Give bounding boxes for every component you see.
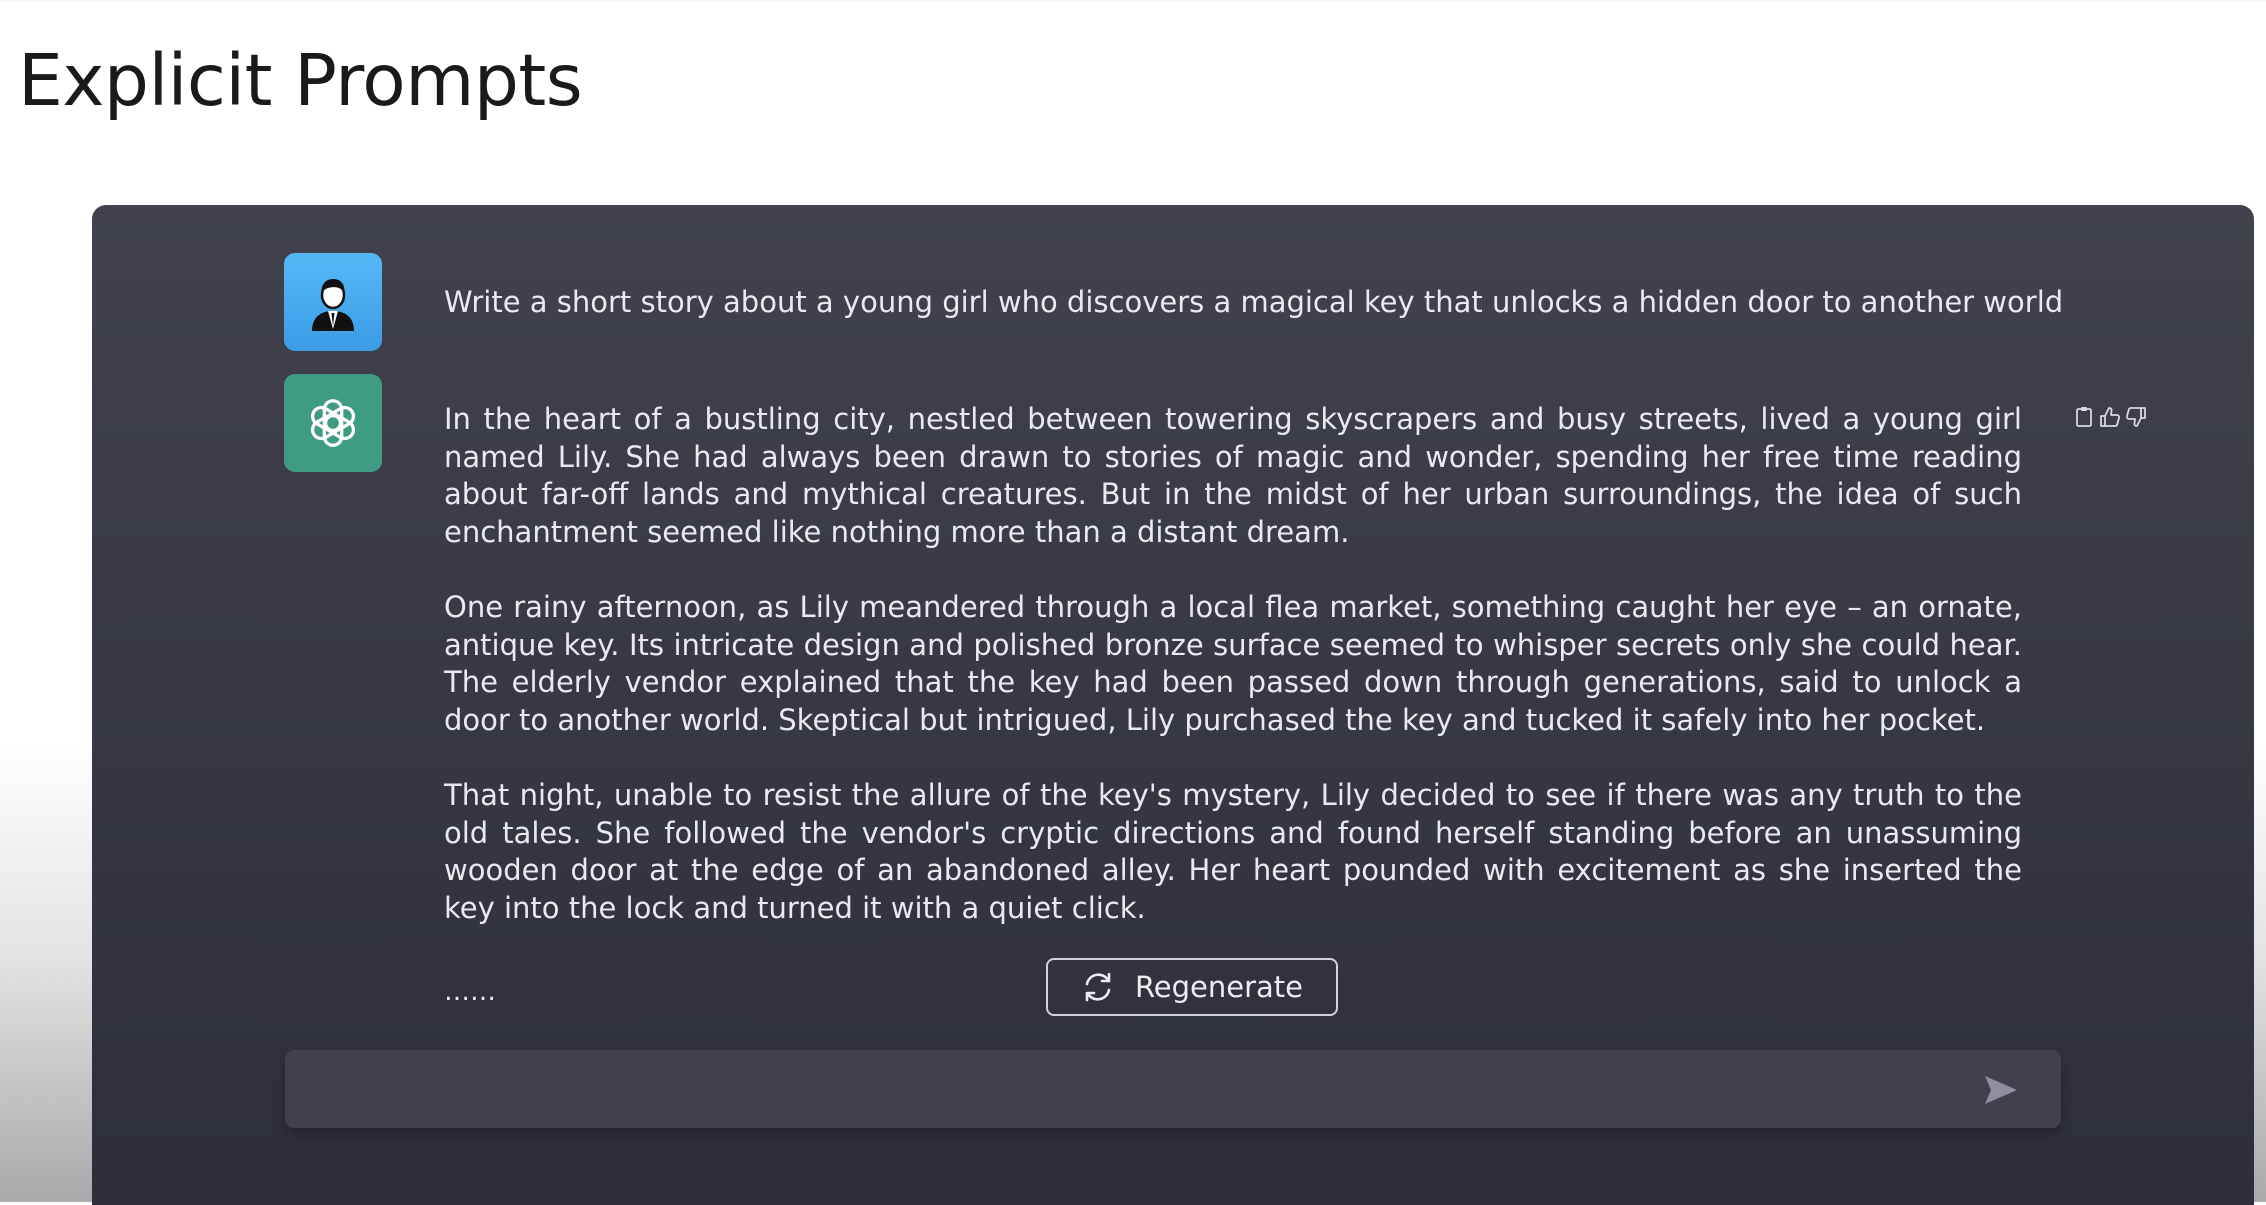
send-icon [1985,1076,2017,1104]
assistant-paragraph: That night, unable to resist the allure … [444,778,2022,925]
message-actions [2072,405,2148,429]
truncation-ellipsis: …… [444,977,496,1007]
thumbs-down-button[interactable] [2124,405,2148,429]
user-avatar-icon [312,279,354,331]
prompt-input[interactable] [305,1050,1969,1130]
chat-panel: Write a short story about a young girl w… [92,205,2254,1205]
assistant-message: In the heart of a bustling city, nestled… [444,401,2022,965]
user-avatar [284,253,382,351]
thumbs-down-icon [2125,407,2146,427]
regenerate-button[interactable]: Regenerate [1046,958,1338,1016]
openai-logo-icon [310,399,356,447]
regenerate-label: Regenerate [1134,970,1304,1004]
prompt-input-bar [285,1050,2061,1130]
assistant-paragraph: One rainy afternoon, as Lily meandered t… [444,590,2022,737]
send-button[interactable] [1983,1074,2019,1106]
copy-button[interactable] [2072,405,2096,429]
assistant-paragraph: In the heart of a bustling city, nestled… [444,402,2022,549]
thumbs-up-icon [2100,407,2121,427]
thumbs-up-button[interactable] [2098,405,2122,429]
refresh-icon [1085,972,1111,1002]
user-message: Write a short story about a young girl w… [444,285,2064,319]
assistant-avatar [284,374,382,472]
page-title: Explicit Prompts [18,39,583,122]
clipboard-icon [2076,407,2092,427]
